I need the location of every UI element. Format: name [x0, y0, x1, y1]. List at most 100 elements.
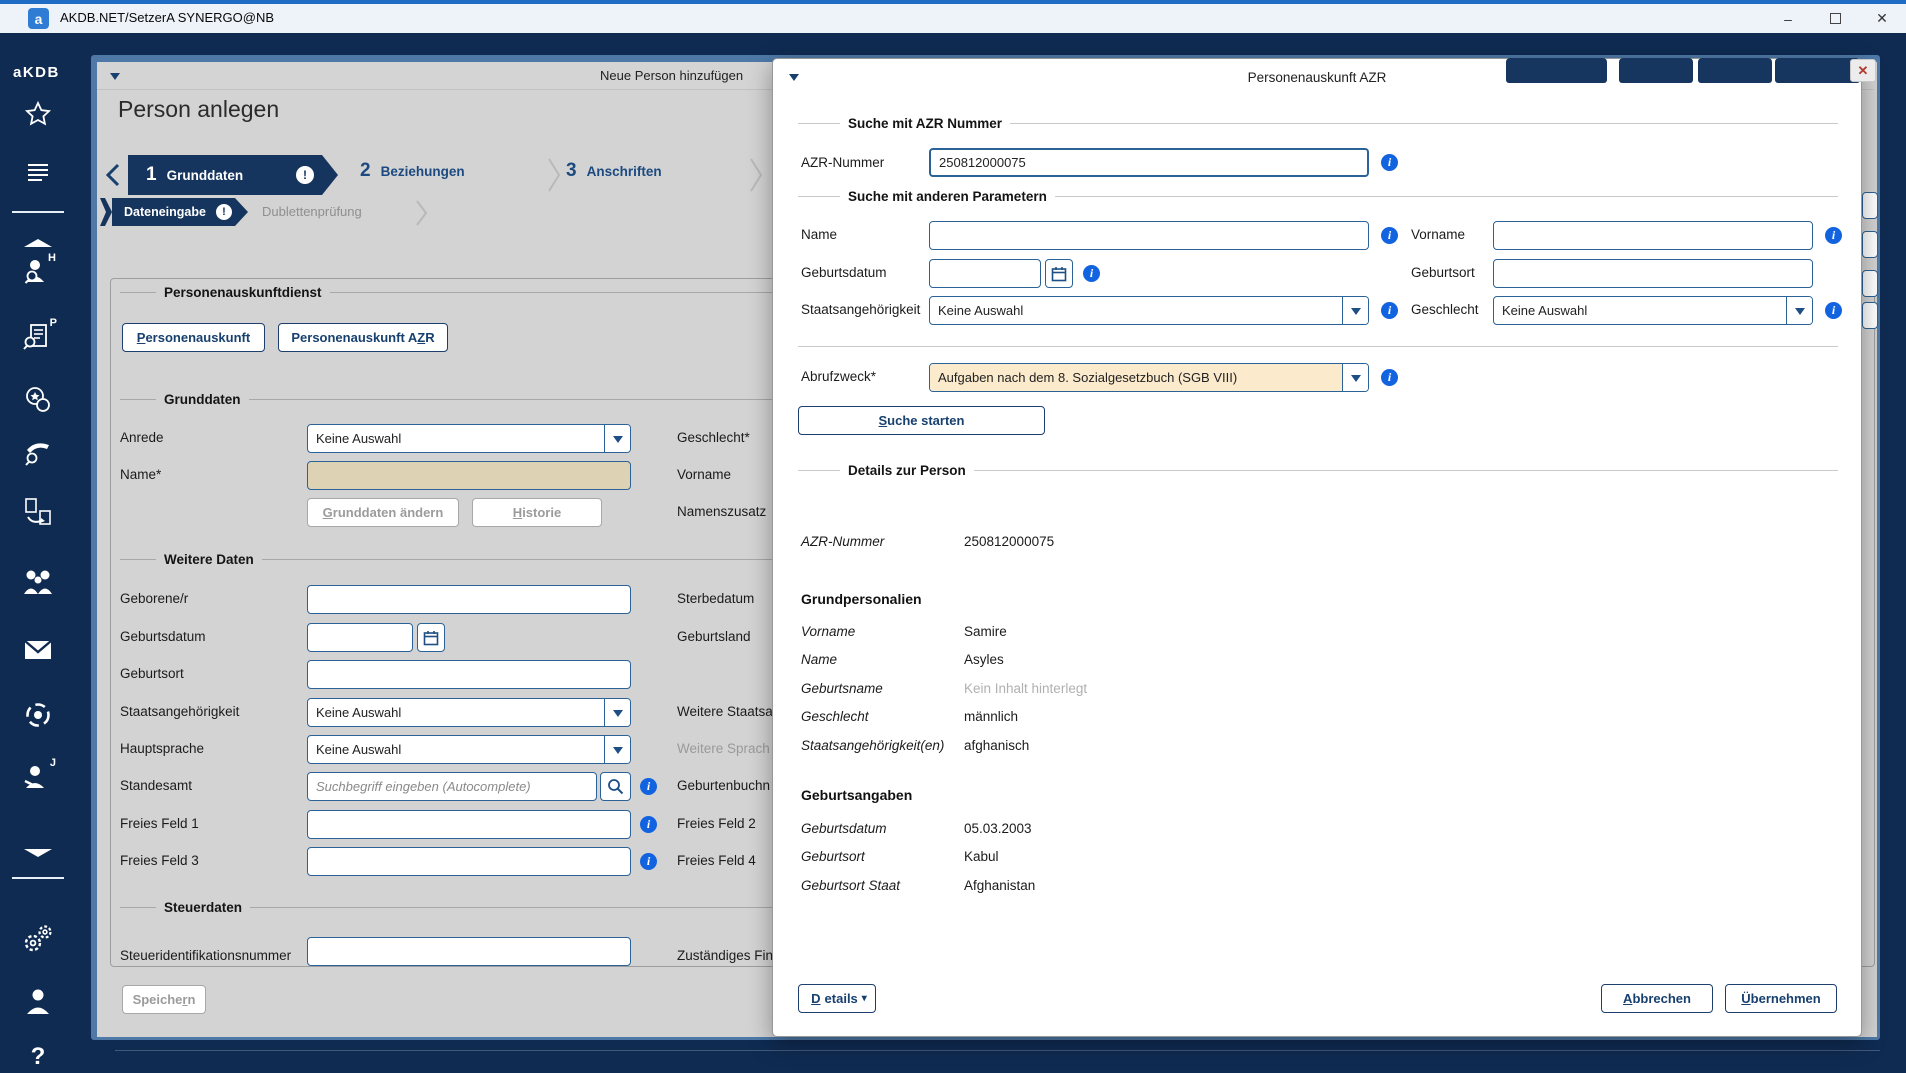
details-button[interactable]: Details▾: [798, 984, 876, 1013]
close-button[interactable]: ✕: [1859, 4, 1905, 33]
person-doc-letter: P: [50, 317, 57, 329]
historie-button[interactable]: Historie: [472, 498, 602, 527]
uebernehmen-button[interactable]: Übernehmen: [1725, 984, 1837, 1013]
steuerid-input[interactable]: [307, 937, 631, 966]
calendar-button[interactable]: [417, 623, 445, 652]
abrufzweck-select[interactable]: Aufgaben nach dem 8. Sozialgesetzbuch (S…: [929, 363, 1369, 392]
anrede-label: Anrede: [120, 430, 164, 445]
info-icon[interactable]: i: [640, 778, 657, 795]
chevron-down-icon[interactable]: [604, 736, 630, 763]
detail-label: Geburtsort Staat: [801, 878, 900, 893]
geburtsort-input[interactable]: [307, 660, 631, 689]
info-icon[interactable]: i: [640, 816, 657, 833]
toolbar-button-sliver[interactable]: [1775, 58, 1860, 83]
chevron-down-icon[interactable]: [1786, 297, 1812, 324]
favorites-star-icon[interactable]: [21, 98, 55, 132]
dialog-section-details: Details zur Person: [798, 463, 1838, 478]
menu-list-icon[interactable]: [21, 155, 55, 189]
certificate-badge-icon[interactable]: [21, 383, 55, 417]
toolbar-button-sliver[interactable]: [1619, 58, 1693, 83]
info-icon[interactable]: i: [1381, 227, 1398, 244]
abbrechen-button[interactable]: Abbrechen: [1601, 984, 1713, 1013]
dialog-calendar-button[interactable]: [1045, 259, 1073, 288]
info-icon[interactable]: i: [640, 853, 657, 870]
freies-feld-3-input[interactable]: [307, 847, 631, 876]
dialog-geschlecht-select[interactable]: Keine Auswahl: [1493, 296, 1813, 325]
step-number: 2: [360, 160, 371, 182]
minimize-button[interactable]: –: [1765, 4, 1811, 33]
detail-label: Staatsangehörigkeit(en): [801, 738, 944, 753]
standesamt-search-button[interactable]: [600, 772, 631, 801]
step-number: 3: [566, 160, 577, 182]
chevron-down-sidebar-icon[interactable]: [21, 836, 55, 870]
dialog-staatsangehoerigkeit-select[interactable]: Keine Auswahl: [929, 296, 1369, 325]
toolbar-button-sliver[interactable]: [1506, 58, 1607, 83]
azr-nummer-input[interactable]: [929, 148, 1369, 177]
steps-back-chevron[interactable]: [105, 163, 121, 187]
detail-value: 05.03.2003: [964, 821, 1032, 836]
info-icon[interactable]: i: [1825, 302, 1842, 319]
calendar-icon: [1051, 266, 1067, 282]
standesamt-input[interactable]: [307, 772, 597, 801]
name-input[interactable]: [307, 461, 631, 490]
dialog-geburtsort-input[interactable]: [1493, 259, 1813, 288]
family-icon[interactable]: [21, 566, 55, 600]
app-icon: a: [28, 8, 49, 29]
suche-starten-button[interactable]: Suche starten: [798, 406, 1045, 435]
freies-feld-1-input[interactable]: [307, 810, 631, 839]
info-icon[interactable]: i: [1381, 302, 1398, 319]
detail-label: Vorname: [801, 624, 855, 639]
target-icon[interactable]: [21, 698, 55, 732]
info-icon[interactable]: i: [1825, 227, 1842, 244]
app-root: a AKDB.NET/SetzerA SYNERGO@NB – ✕ aKDB H…: [0, 0, 1906, 1073]
hauptsprache-select[interactable]: Keine Auswahl: [307, 735, 631, 764]
person-history-icon[interactable]: H: [21, 255, 55, 289]
help-icon[interactable]: ?: [21, 1040, 55, 1073]
info-icon[interactable]: i: [1381, 369, 1398, 386]
person-youth-icon[interactable]: J: [21, 760, 55, 794]
user-profile-icon[interactable]: [21, 985, 55, 1019]
clipped-field-fragment: [1862, 192, 1878, 219]
settings-gears-icon[interactable]: [21, 922, 55, 956]
personenauskunft-button[interactable]: Personenauskunft: [122, 323, 265, 352]
detail-value: Samire: [964, 624, 1007, 639]
caption-collapse-icon[interactable]: [110, 73, 120, 85]
info-icon[interactable]: i: [1381, 154, 1398, 171]
chevron-down-icon[interactable]: [1342, 364, 1368, 391]
detail-azr-value: 250812000075: [964, 534, 1054, 549]
dialog-vorname-input[interactable]: [1493, 221, 1813, 250]
info-icon[interactable]: i: [1083, 265, 1100, 282]
hand-search-icon[interactable]: [21, 435, 55, 469]
subtab-dublettenpruefung[interactable]: Dublettenprüfung: [262, 204, 362, 219]
chevron-down-icon[interactable]: [604, 425, 630, 452]
personenauskunft-azr-dialog: Personenauskunft AZR Suche mit AZR Numme…: [772, 58, 1862, 1037]
anrede-select[interactable]: Keine Auswahl: [307, 424, 631, 453]
dialog-name-input[interactable]: [929, 221, 1369, 250]
step-number: 1: [146, 164, 157, 186]
maximize-button[interactable]: [1812, 4, 1858, 33]
warning-badge: !: [296, 166, 314, 184]
mail-icon[interactable]: [21, 633, 55, 667]
right-label-sterbedatum: Sterbedatum: [677, 591, 754, 606]
geburtsdatum-input[interactable]: [307, 623, 413, 652]
documents-transfer-icon[interactable]: [21, 495, 55, 529]
tab-anschriften[interactable]: 3 Anschriften: [566, 160, 662, 182]
dialog-close-button[interactable]: ✕: [1850, 59, 1876, 82]
standesamt-label: Standesamt: [120, 778, 192, 793]
personenauskunft-azr-button[interactable]: Personenauskunft AZR: [278, 323, 448, 352]
document-search-icon[interactable]: P: [21, 320, 55, 354]
toolbar-button-sliver[interactable]: [1698, 58, 1772, 83]
tab-grunddaten[interactable]: 1 Grunddaten !: [128, 155, 338, 195]
grunddaten-aendern-button[interactable]: Grunddaten ändern: [307, 498, 459, 527]
right-label-freies-feld-4: Freies Feld 4: [677, 853, 756, 868]
dialog-geburtsdatum-input[interactable]: [929, 259, 1041, 288]
staatsangehoerigkeit-select[interactable]: Keine Auswahl: [307, 698, 631, 727]
tab-beziehungen[interactable]: 2 Beziehungen: [360, 160, 465, 182]
chevron-down-icon[interactable]: [1342, 297, 1368, 324]
subtab-dateneingabe[interactable]: Dateneingabe !: [112, 198, 248, 226]
speichern-button[interactable]: Speichern: [122, 985, 206, 1014]
right-label-weitere-sprach: Weitere Sprach: [677, 741, 770, 756]
chevron-down-icon[interactable]: [604, 699, 630, 726]
detail-value-empty: Kein Inhalt hinterlegt: [964, 681, 1087, 696]
geborene-input[interactable]: [307, 585, 631, 614]
